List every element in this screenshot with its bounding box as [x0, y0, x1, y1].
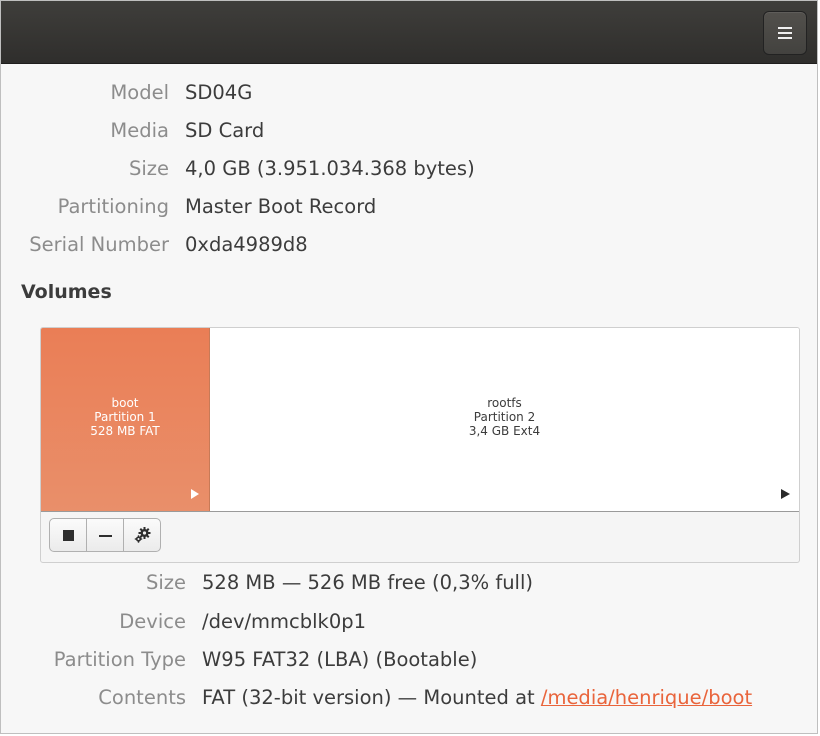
partition-contents-row: Contents FAT (32-bit version) — Mounted … — [1, 683, 820, 713]
size-value: 4,0 GB (3.951.034.368 bytes) — [185, 157, 475, 180]
header-bar — [1, 1, 817, 64]
partition-type-label: Partition Type — [53, 648, 186, 671]
partition-number: Partition 1 — [94, 410, 156, 424]
model-label: Model — [110, 81, 169, 104]
serial-label: Serial Number — [29, 233, 169, 256]
partition-name: boot — [111, 396, 139, 410]
partition-options-button[interactable] — [123, 518, 161, 552]
partition-rootfs[interactable]: rootfs Partition 2 3,4 GB Ext4 — [209, 328, 799, 511]
partition-size-row: Size 528 MB — 526 MB free (0,3% full) — [1, 568, 820, 598]
partition-boot[interactable]: boot Partition 1 528 MB FAT — [41, 328, 209, 511]
partition-map: boot Partition 1 528 MB FAT rootfs Parti… — [41, 328, 799, 512]
drive-partitioning-row: Partitioning Master Boot Record — [1, 192, 820, 222]
partition-device-row: Device /dev/mmcblk0p1 — [1, 607, 820, 637]
device-label: Device — [119, 610, 186, 633]
play-arrow-icon — [191, 489, 199, 499]
drive-serial-row: Serial Number 0xda4989d8 — [1, 230, 820, 260]
device-value: /dev/mmcblk0p1 — [202, 610, 367, 633]
contents-value: FAT (32-bit version) — Mounted at /media… — [202, 683, 752, 713]
drive-size-row: Size 4,0 GB (3.951.034.368 bytes) — [1, 154, 820, 184]
model-value: SD04G — [185, 81, 253, 104]
partition-info: 3,4 GB Ext4 — [468, 424, 541, 438]
gears-icon — [134, 527, 151, 543]
size-label: Size — [128, 157, 169, 180]
play-arrow-icon — [781, 489, 790, 499]
unmount-button[interactable] — [49, 518, 87, 552]
media-label: Media — [110, 119, 169, 142]
partitioning-value: Master Boot Record — [185, 195, 377, 218]
partition-name: rootfs — [487, 396, 522, 410]
partition-size-label: Size — [145, 571, 186, 594]
minus-icon — [99, 535, 112, 537]
drive-media-row: Media SD Card — [1, 116, 820, 146]
hamburger-menu-icon — [778, 27, 792, 42]
disk-details-window: Model SD04G Media SD Card Size 4,0 GB (3… — [0, 0, 818, 734]
stop-icon — [63, 530, 74, 541]
media-value: SD Card — [185, 119, 265, 142]
drive-model-row: Model SD04G — [1, 78, 820, 108]
volumes-heading: Volumes — [21, 281, 112, 303]
serial-value: 0xda4989d8 — [185, 233, 308, 256]
menu-button[interactable] — [763, 11, 807, 55]
delete-partition-button[interactable] — [86, 518, 124, 552]
volumes-panel: boot Partition 1 528 MB FAT rootfs Parti… — [40, 327, 800, 563]
partition-size-value: 528 MB — 526 MB free (0,3% full) — [202, 571, 533, 594]
partition-number: Partition 2 — [473, 410, 536, 424]
partition-info: 528 MB FAT — [90, 424, 160, 438]
partition-type-value: W95 FAT32 (LBA) (Bootable) — [202, 648, 478, 671]
partitioning-label: Partitioning — [57, 195, 169, 218]
contents-text: FAT (32-bit version) — Mounted at — [202, 686, 535, 709]
partition-type-row: Partition Type W95 FAT32 (LBA) (Bootable… — [1, 645, 820, 675]
contents-label: Contents — [98, 686, 186, 709]
mount-point-link[interactable]: /media/henrique/boot — [541, 686, 752, 709]
